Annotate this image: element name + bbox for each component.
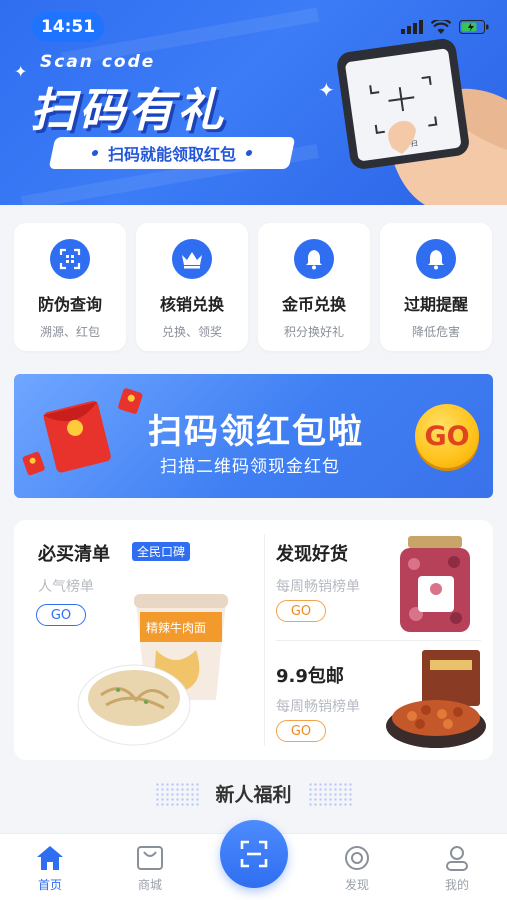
home-icon: [37, 846, 63, 870]
discover-subtitle: 每周畅销榜单: [276, 579, 360, 595]
red-packet-banner[interactable]: 扫码领红包啦 扫描二维码领现金红包 GO: [14, 374, 493, 498]
must-buy-badge: 全民口碑: [132, 542, 191, 561]
vertical-divider: [264, 534, 265, 746]
tab-profile[interactable]: 我的: [427, 844, 487, 893]
quick-action-title: 金币兑换: [281, 295, 346, 314]
sparkle-icon: ✦: [14, 62, 28, 81]
discover-icon: [345, 846, 369, 870]
pill-dot: [91, 150, 99, 156]
free-shipping-subtitle: 每周畅销榜单: [276, 699, 360, 715]
banner-subtitle: 扫描二维码领现金红包: [160, 457, 340, 477]
shopping-bag-icon: [137, 846, 163, 870]
tab-label: 发现: [344, 878, 369, 892]
hero-banner[interactable]: 14:51 ✦ ✦ Scan code 扫码有礼 扫码就能领取红包: [0, 0, 507, 205]
new-user-benefits-header: 新人福利: [0, 780, 507, 807]
banner-title: 扫码领红包啦: [148, 412, 364, 452]
tab-label: 我的: [444, 878, 469, 892]
app-page: 14:51 ✦ ✦ Scan code 扫码有礼 扫码就能领取红包 防伪查询 溯…: [0, 0, 507, 900]
rose-tea-jar-image: [400, 536, 470, 632]
red-packet-icon: [22, 388, 143, 476]
hero-subtitle-pill: 扫码就能领取红包: [48, 137, 296, 169]
product-lists-card: 必买清单 全民口碑 人气榜单 GO 精辣牛肉面 发现好货 每周畅销榜单 GO 9…: [14, 520, 493, 760]
quick-action-subtitle: 积分换好礼: [283, 325, 344, 339]
quick-action-subtitle: 兑换、领奖: [161, 325, 222, 339]
phone-hand-illustration: 扫一扫: [337, 38, 507, 205]
quick-action-expiry-reminder[interactable]: 过期提醒 降低危害: [380, 223, 492, 351]
must-buy-title: 必买清单: [38, 544, 110, 565]
hero-subtitle: 扫码就能领取红包: [107, 145, 236, 164]
pill-dot: [245, 150, 253, 156]
quick-action-redeem[interactable]: 核销兑换 兑换、领奖: [136, 223, 248, 351]
banner-go-button[interactable]: GO: [415, 404, 479, 468]
quick-action-title: 核销兑换: [159, 295, 224, 314]
free-shipping-title: 9.9包邮: [276, 666, 344, 687]
status-time: 14:51: [32, 12, 104, 42]
tab-home[interactable]: 首页: [20, 844, 80, 893]
dot-grid-decoration: [307, 781, 352, 806]
scan-icon: [240, 840, 268, 868]
tab-label: 商城: [137, 878, 162, 892]
tab-mall[interactable]: 商城: [120, 844, 180, 893]
scan-code-label: Scan code: [40, 52, 156, 72]
section-title: 新人福利: [215, 784, 292, 806]
hero-title: 扫码有礼: [30, 83, 226, 137]
quick-action-subtitle: 降低危害: [411, 325, 460, 339]
tab-label: 首页: [37, 878, 62, 892]
quick-action-coin-exchange[interactable]: 金币兑换 积分换好礼: [258, 223, 370, 351]
quick-action-anti-counterfeit[interactable]: 防伪查询 溯源、红包: [14, 223, 126, 351]
quick-action-title: 过期提醒: [403, 295, 468, 314]
quick-action-title: 防伪查询: [37, 295, 102, 314]
dot-grid-decoration: [155, 781, 200, 806]
discover-title: 发现好货: [276, 544, 348, 565]
noodle-cup-label: 精辣牛肉面: [146, 620, 206, 635]
profile-icon: [446, 846, 468, 871]
free-shipping-go-button[interactable]: GO: [276, 720, 326, 742]
snack-bowl-image: [386, 650, 486, 748]
quick-actions: 防伪查询 溯源、红包 核销兑换 兑换、领奖 金币兑换 积分换好礼 过期提醒 降低…: [14, 223, 494, 351]
bell-icon: [416, 239, 456, 279]
horizontal-divider: [276, 640, 481, 641]
tab-discover[interactable]: 发现: [327, 844, 387, 893]
noodle-product-image: 精辣牛肉面: [77, 594, 228, 746]
qr-code-icon: [50, 239, 90, 279]
bell-icon: [294, 239, 334, 279]
discover-go-button[interactable]: GO: [276, 600, 326, 622]
quick-action-subtitle: 溯源、红包: [39, 325, 100, 339]
crown-icon: [172, 239, 212, 279]
scan-button[interactable]: [220, 820, 288, 888]
